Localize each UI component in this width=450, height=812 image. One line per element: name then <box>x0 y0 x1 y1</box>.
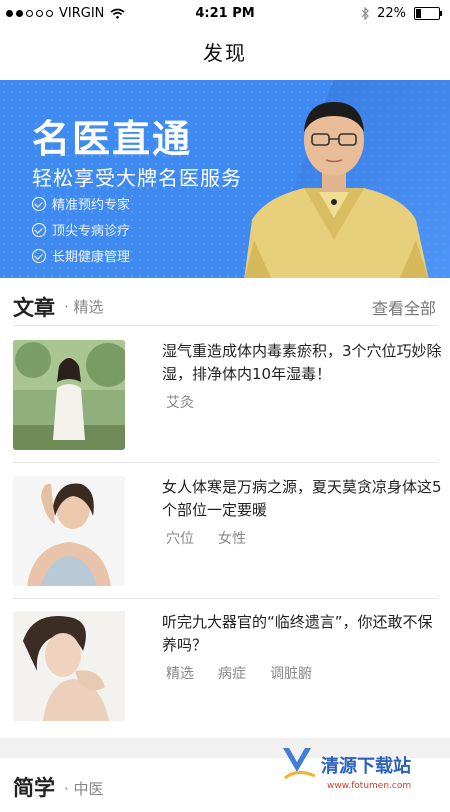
article-tag[interactable]: 艾灸 <box>166 392 194 412</box>
article-tag[interactable]: 病症 <box>218 663 246 683</box>
article-thumbnail <box>13 476 125 586</box>
status-right: 22% <box>361 6 442 21</box>
divider <box>13 462 438 463</box>
divider <box>13 598 438 599</box>
article-thumbnail <box>13 611 125 721</box>
article-title: 湿气重造成体内毒素瘀积，3个穴位巧妙除湿，排净体内10年湿毒！ <box>162 342 442 383</box>
banner-feature-label: 顶尖专病诊疗 <box>52 224 131 239</box>
article-title: 听完九大器官的“临终遗言”，你还敢不保养吗？ <box>162 613 433 654</box>
article-tag[interactable]: 穴位 <box>166 528 194 548</box>
article-tag[interactable]: 调脏腑 <box>270 663 312 683</box>
articles-section-header: 文章 · 精选 查看全部 <box>0 290 450 330</box>
view-all-link[interactable]: 查看全部 <box>372 295 436 319</box>
banner-headline: 名医直通 <box>32 117 193 161</box>
section-subtitle-text: 精选 <box>73 298 104 316</box>
section-subtitle: · 精选 <box>64 298 104 316</box>
status-bar: VIRGIN 4:21 PM 22% <box>0 0 450 28</box>
banner-feature: 精准预约专家 <box>32 194 130 213</box>
section-subtitle-text: 中医 <box>73 780 104 798</box>
check-icon <box>32 248 46 263</box>
article-title: 女人体寒是万病之源，夏天莫贪凉身体这5个部位一定要暖 <box>162 478 442 519</box>
banner-feature-label: 精准预约专家 <box>52 198 131 213</box>
svg-text:www.fotumen.com: www.fotumen.com <box>327 781 411 791</box>
banner-feature-label: 长期健康管理 <box>52 250 131 265</box>
article-thumbnail <box>13 340 125 450</box>
battery-percent: 22% <box>377 6 406 21</box>
nav-bar: 发现 <box>0 28 450 78</box>
article-card[interactable]: 听完九大器官的“临终遗言”，你还敢不保养吗？ 精选 病症 调脏腑 <box>0 611 450 746</box>
divider <box>13 325 438 326</box>
promo-banner[interactable]: 名医直通 轻松享受大牌名医服务 精准预约专家 顶尖专病诊疗 长期健康管理 <box>0 80 450 278</box>
section-subtitle: · 中医 <box>64 780 104 798</box>
banner-feature: 顶尖专病诊疗 <box>32 220 130 239</box>
article-card[interactable]: 湿气重造成体内毒素瘀积，3个穴位巧妙除湿，排净体内10年湿毒！ 艾灸 <box>0 340 450 475</box>
svg-text:清源下载站: 清源下载站 <box>321 755 411 777</box>
article-tag[interactable]: 精选 <box>166 663 194 683</box>
article-tags: 艾灸 <box>166 392 194 412</box>
banner-subtitle: 轻松享受大牌名医服务 <box>32 166 242 190</box>
doctor-photo <box>244 102 429 278</box>
bluetooth-icon <box>361 7 369 20</box>
battery-icon <box>414 7 442 20</box>
section-title: 简学 <box>13 776 55 800</box>
section-title: 文章 <box>13 296 55 320</box>
article-tags: 精选 病症 调脏腑 <box>166 663 312 683</box>
article-card[interactable]: 女人体寒是万病之源，夏天莫贪凉身体这5个部位一定要暖 穴位 女性 <box>0 476 450 611</box>
check-icon <box>32 222 46 237</box>
page-title: 发现 <box>203 41 247 65</box>
article-tags: 穴位 女性 <box>166 528 246 548</box>
banner-feature: 长期健康管理 <box>32 246 130 265</box>
article-tag[interactable]: 女性 <box>218 528 246 548</box>
watermark-logo: 清源下载站 www.fotumen.com <box>283 748 411 791</box>
check-icon <box>32 196 46 211</box>
